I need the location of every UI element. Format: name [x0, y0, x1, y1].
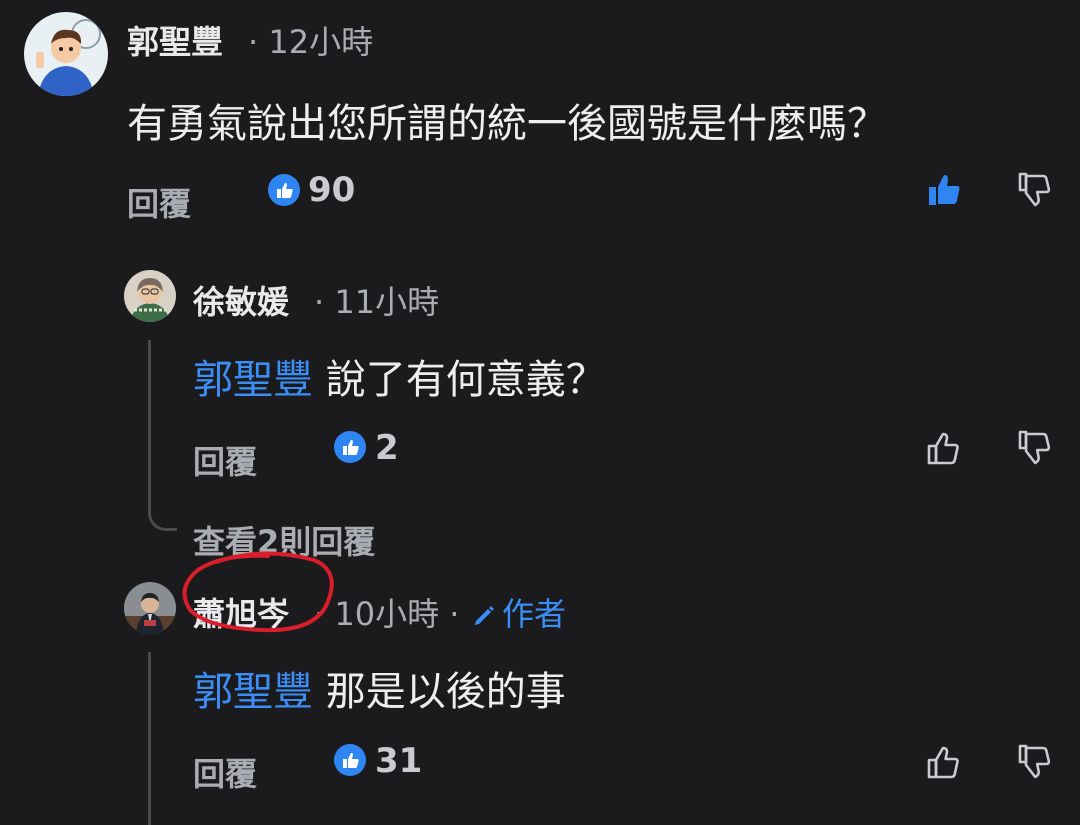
- reply-thread-line: [148, 340, 177, 531]
- like-button[interactable]: [924, 428, 964, 468]
- avatar[interactable]: [24, 12, 108, 96]
- comment-text-body: 那是以後的事: [313, 669, 566, 715]
- dislike-button[interactable]: [1014, 170, 1054, 210]
- comment-text: 有勇氣說出您所謂的統一後國號是什麼嗎？: [127, 101, 887, 147]
- comment-timestamp[interactable]: · 11小時: [314, 280, 439, 324]
- avatar[interactable]: [124, 270, 176, 322]
- comment-author[interactable]: 徐敏媛: [193, 280, 289, 324]
- like-reaction-icon: [334, 744, 366, 776]
- comment-text-body: 說了有何意義？: [313, 357, 606, 403]
- thumbs-up-icon: [927, 432, 959, 465]
- reply-thread-line: [148, 652, 151, 825]
- comment-author[interactable]: 郭聖豐: [127, 20, 223, 64]
- thumbs-down-icon: [1018, 430, 1051, 465]
- comment-timestamp[interactable]: · 12小時: [248, 20, 373, 64]
- thumbs-down-icon: [1018, 172, 1051, 207]
- reply-button[interactable]: 回覆: [193, 752, 257, 796]
- mention-link[interactable]: 郭聖豐: [193, 357, 313, 403]
- comment-text: 郭聖豐 說了有何意義？: [193, 352, 606, 408]
- like-count[interactable]: 31: [375, 739, 422, 783]
- thumbs-up-icon: [929, 175, 960, 205]
- like-reaction-icon: [268, 174, 300, 206]
- like-button[interactable]: [924, 742, 964, 782]
- like-reaction-icon: [334, 431, 366, 463]
- thumbs-up-icon: [927, 746, 959, 779]
- dislike-button[interactable]: [1014, 428, 1054, 468]
- comment-text: 郭聖豐 那是以後的事: [193, 664, 566, 720]
- thumbs-down-icon: [1018, 744, 1051, 779]
- reply-button[interactable]: 回覆: [127, 182, 191, 226]
- pencil-icon: [475, 606, 494, 625]
- dislike-button[interactable]: [1014, 742, 1054, 782]
- mention-link[interactable]: 郭聖豐: [193, 669, 313, 715]
- annotation-circle: [176, 548, 344, 642]
- like-count[interactable]: 2: [375, 426, 399, 470]
- reply-button[interactable]: 回覆: [193, 440, 257, 484]
- like-count[interactable]: 90: [308, 168, 355, 212]
- author-tag: 作者: [502, 595, 567, 633]
- author-badge: 作者: [472, 592, 566, 636]
- avatar[interactable]: [124, 582, 176, 634]
- like-button[interactable]: [924, 170, 964, 210]
